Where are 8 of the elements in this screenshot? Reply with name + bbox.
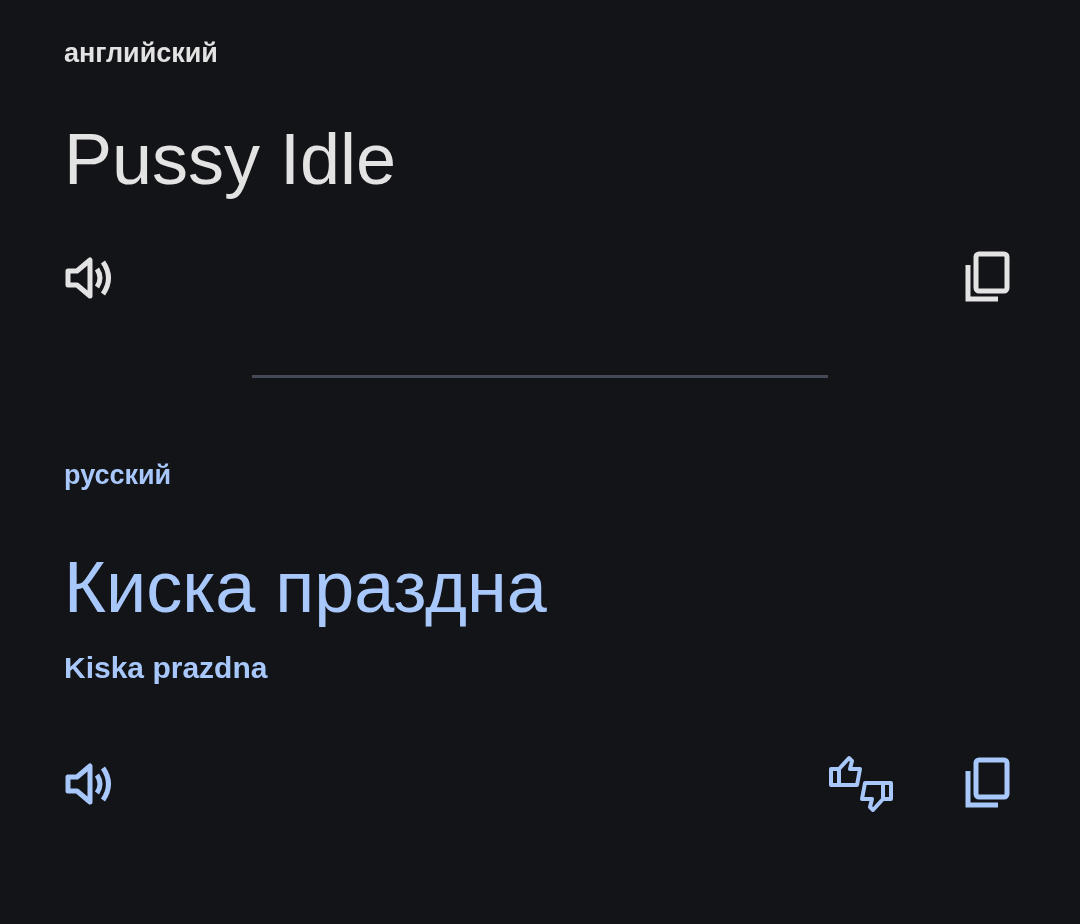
- copy-icon[interactable]: [964, 251, 1010, 305]
- speaker-icon[interactable]: [64, 255, 114, 301]
- source-language-label: английский: [64, 40, 219, 67]
- target-language-label: русский: [64, 462, 173, 489]
- copy-icon[interactable]: [964, 757, 1010, 811]
- thumbs-up-down-icon[interactable]: [828, 755, 894, 813]
- speaker-icon[interactable]: [64, 761, 114, 807]
- transliteration-text: Kiska prazdna: [64, 653, 269, 683]
